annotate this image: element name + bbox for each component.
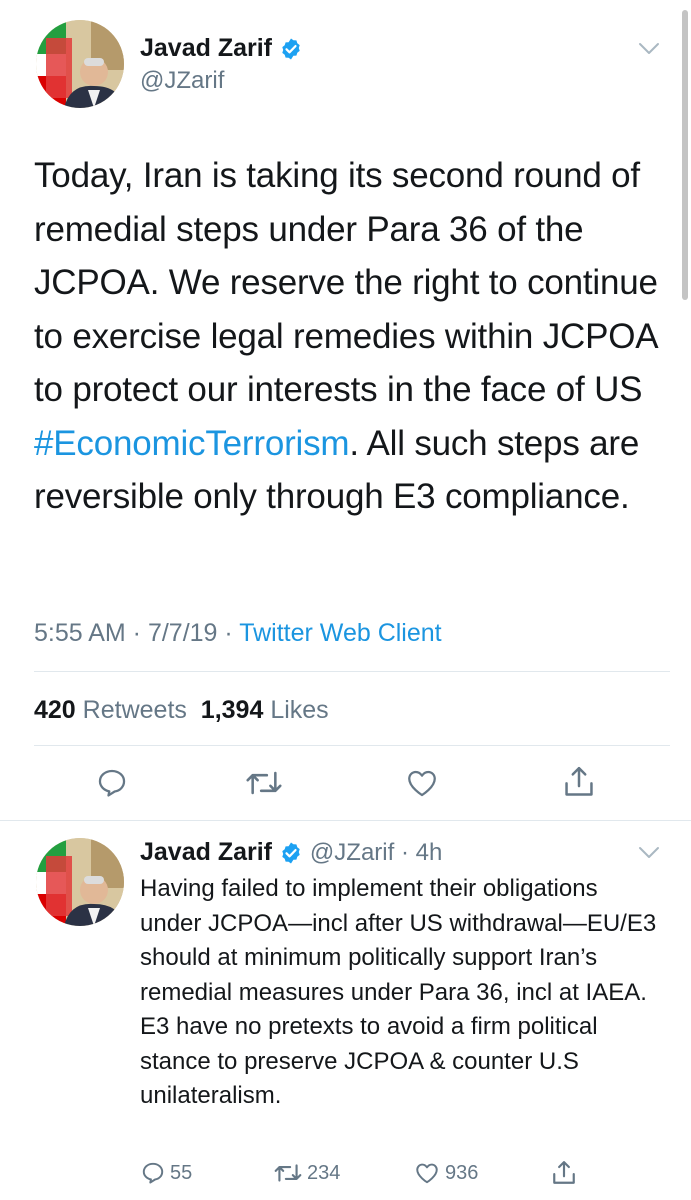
author-avatar[interactable] bbox=[36, 20, 124, 108]
divider bbox=[34, 671, 670, 672]
reply-icon bbox=[142, 1162, 164, 1184]
like-icon[interactable] bbox=[404, 766, 440, 800]
likes-stat[interactable]: 1,394 Likes bbox=[201, 696, 329, 724]
tweet-meta: 5:55 AM · 7/7/19 · Twitter Web Client bbox=[34, 619, 442, 647]
tweet-time: 5:55 AM bbox=[34, 619, 126, 647]
retweet-action[interactable]: 234 bbox=[273, 1159, 340, 1187]
tweet-text: Today, Iran is taking its second round o… bbox=[34, 156, 658, 516]
chevron-down-icon[interactable] bbox=[638, 42, 660, 56]
reply-author-avatar[interactable] bbox=[36, 838, 124, 926]
reply-header: Javad Zarif @JZarif · 4h bbox=[140, 838, 443, 866]
hashtag-link[interactable]: #EconomicTerrorism bbox=[34, 424, 350, 463]
scrollbar[interactable] bbox=[682, 10, 688, 300]
author-name[interactable]: Javad Zarif bbox=[140, 34, 303, 63]
author-handle[interactable]: @JZarif bbox=[140, 67, 224, 95]
reply-age: 4h bbox=[415, 839, 443, 866]
like-count: 936 bbox=[445, 1161, 479, 1184]
retweet-icon bbox=[274, 1164, 302, 1182]
share-icon[interactable] bbox=[551, 1158, 577, 1188]
reply-text: Having failed to implement their obligat… bbox=[140, 875, 657, 1109]
chevron-down-icon[interactable] bbox=[638, 846, 660, 860]
retweet-icon[interactable] bbox=[244, 766, 284, 800]
retweet-count: 234 bbox=[307, 1161, 341, 1184]
divider bbox=[34, 745, 670, 746]
retweets-stat[interactable]: 420 Retweets bbox=[34, 696, 187, 724]
reply-author-name[interactable]: Javad Zarif bbox=[140, 838, 272, 866]
like-action[interactable]: 936 bbox=[413, 1159, 478, 1187]
reply-count: 55 bbox=[170, 1161, 193, 1184]
like-icon bbox=[416, 1163, 438, 1184]
reply-action[interactable]: 55 bbox=[140, 1159, 192, 1187]
divider bbox=[0, 820, 691, 821]
share-icon[interactable] bbox=[562, 764, 596, 800]
reply-author-handle[interactable]: @JZarif bbox=[310, 839, 394, 866]
tweet-source-link[interactable]: Twitter Web Client bbox=[239, 619, 441, 647]
verified-badge-icon bbox=[282, 842, 300, 864]
reply-icon[interactable] bbox=[95, 766, 129, 800]
tweet-date: 7/7/19 bbox=[147, 619, 218, 647]
tweet-stats: 420 Retweets 1,394 Likes bbox=[34, 696, 329, 725]
verified-badge-icon bbox=[282, 38, 300, 60]
